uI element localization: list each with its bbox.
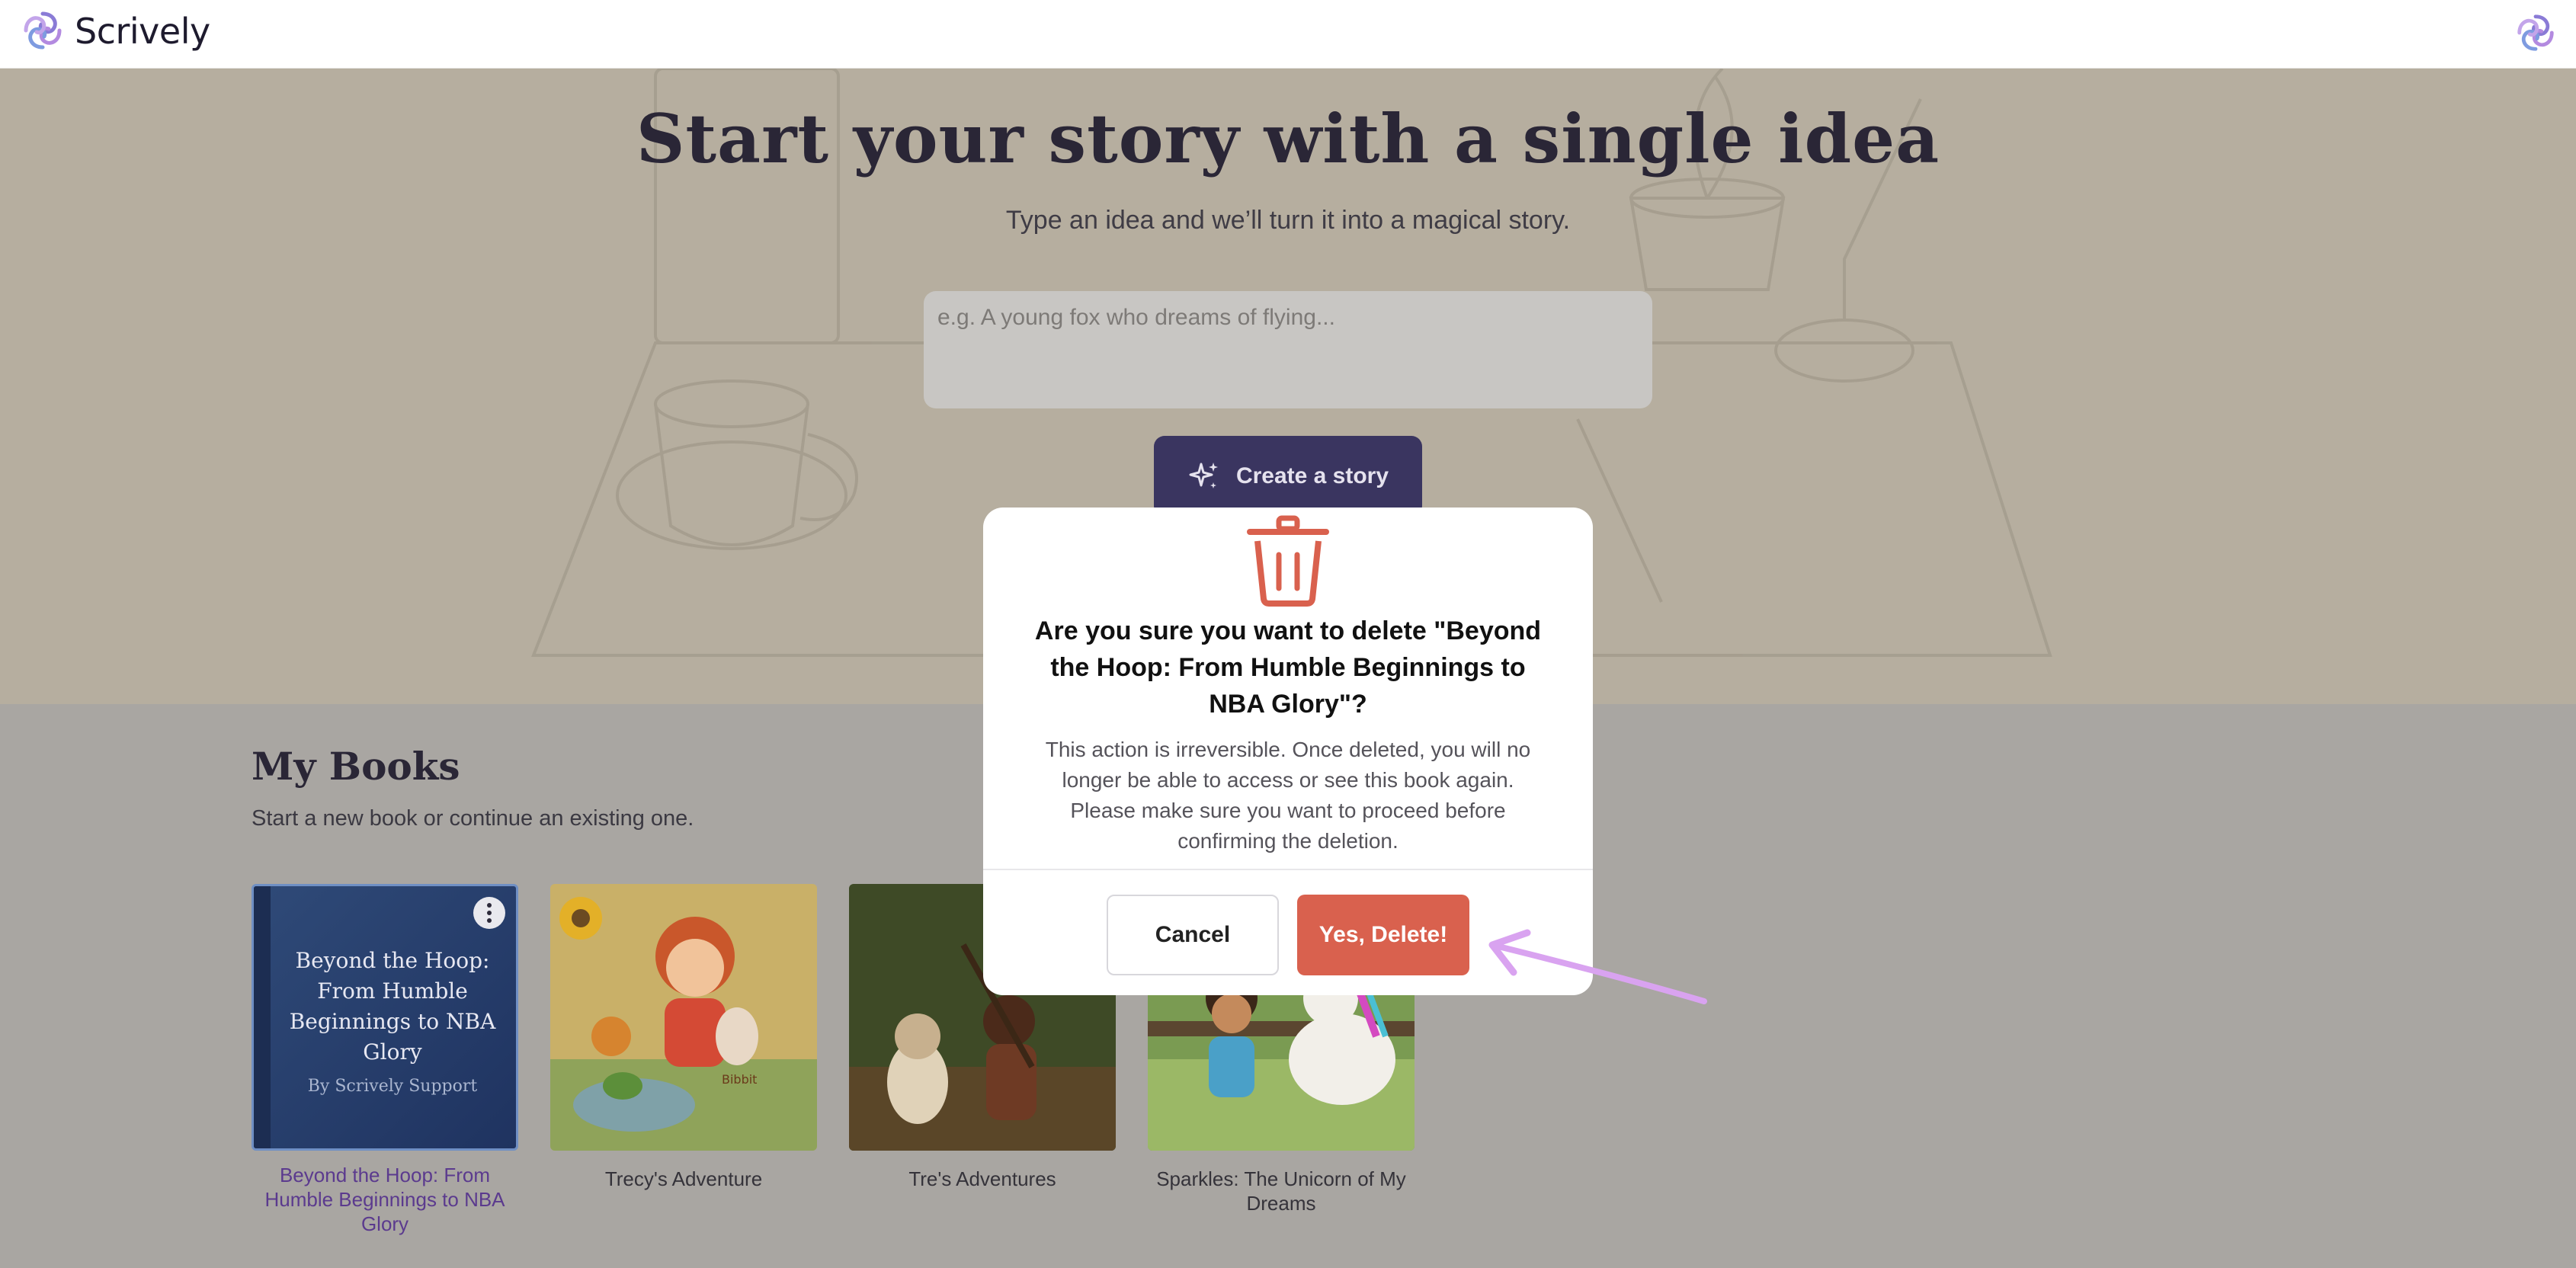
book-cover-title: Beyond the Hoop: From Humble Beginnings … — [289, 948, 496, 1065]
swirl-logo-icon[interactable] — [20, 8, 66, 53]
book-title[interactable]: Sparkles: The Unicorn of My Dreams — [1148, 1167, 1415, 1215]
book-cover[interactable]: Beyond the Hoop: From Humble Beginnings … — [252, 884, 518, 1151]
book-title[interactable]: Tre's Adventures — [849, 1167, 1116, 1191]
confirm-delete-button[interactable]: Yes, Delete! — [1297, 895, 1469, 975]
book-card[interactable]: Beyond the Hoop: From Humble Beginnings … — [252, 884, 518, 1236]
my-books-subtitle: Start a new book or continue an existing… — [252, 806, 694, 831]
trash-icon — [1247, 515, 1329, 607]
story-idea-input[interactable] — [924, 291, 1652, 408]
annotation-arrow-icon — [1488, 929, 1707, 1004]
dialog-title: Are you sure you want to delete "Beyond … — [1034, 616, 1542, 719]
book-spine — [254, 886, 271, 1148]
hero-subtitle: Type an idea and we’ll turn it into a ma… — [1005, 206, 1571, 235]
book-cover-author: By Scrively Support — [307, 1077, 478, 1096]
my-books-title: My Books — [252, 744, 460, 789]
top-bar: Scrively — [0, 0, 2576, 69]
hero-title: Start your story with a single idea — [636, 99, 1940, 178]
dialog-divider — [983, 869, 1593, 870]
app-name[interactable]: Scrively — [75, 11, 210, 52]
more-options-icon[interactable] — [473, 897, 505, 929]
sparkles-icon — [1189, 463, 1218, 488]
book-cover-illustration[interactable]: Bibbit — [550, 884, 817, 1151]
create-story-button[interactable]: Create a story — [1154, 436, 1422, 517]
book-title[interactable]: Trecy's Adventure — [550, 1167, 817, 1191]
dialog-message: This action is irreversible. Once delete… — [1045, 738, 1531, 853]
cover-text: Bibbit — [722, 1072, 757, 1087]
cancel-button[interactable]: Cancel — [1107, 895, 1279, 975]
book-title[interactable]: Beyond the Hoop: From Humble Beginnings … — [252, 1163, 518, 1236]
create-story-label: Create a story — [1235, 463, 1389, 488]
swirl-avatar-icon[interactable] — [2514, 11, 2558, 55]
book-card[interactable]: Bibbit Trecy's Adventure — [550, 884, 817, 1191]
